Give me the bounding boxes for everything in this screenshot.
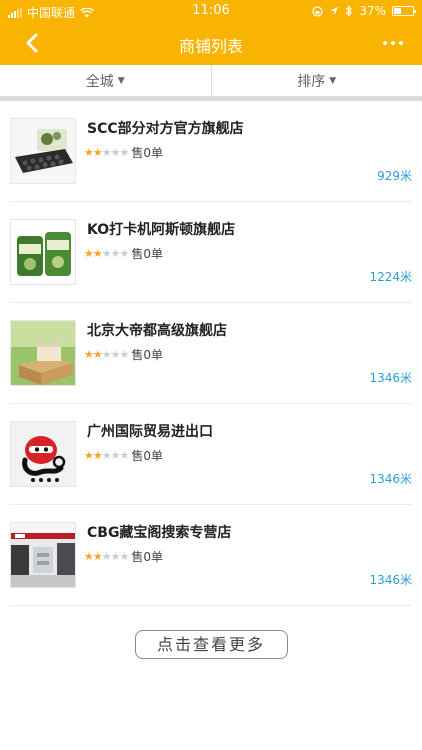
store-interior-image bbox=[11, 523, 75, 587]
shop-distance: 1346米 bbox=[369, 371, 412, 385]
shop-thumbnail bbox=[10, 219, 76, 285]
load-more-button[interactable]: 点击查看更多 bbox=[134, 630, 288, 659]
filter-sort[interactable]: 排序 ▼ bbox=[210, 65, 422, 96]
star-icon: ★ bbox=[101, 146, 112, 159]
baby-food-jars-image bbox=[11, 220, 75, 284]
star-icon: ★ bbox=[119, 348, 130, 361]
more-options-icon[interactable] bbox=[378, 31, 408, 55]
shop-thumbnail bbox=[10, 118, 76, 184]
product-tray-image bbox=[11, 119, 75, 183]
shop-item[interactable]: SCC部分对方官方旗舰店 ★★★★★ 售0单 929米 bbox=[10, 101, 412, 202]
star-rating: ★★★★★ bbox=[84, 449, 130, 462]
lock-rotation-icon bbox=[312, 5, 323, 17]
location-icon bbox=[330, 7, 339, 15]
shop-thumbnail bbox=[10, 320, 76, 386]
star-icon: ★ bbox=[84, 247, 94, 260]
filter-city[interactable]: 全城 ▼ bbox=[0, 65, 211, 96]
shop-thumbnail bbox=[10, 522, 76, 588]
battery-icon bbox=[392, 6, 416, 16]
star-icon: ★ bbox=[110, 449, 121, 462]
battery-percent: 37% bbox=[359, 4, 386, 18]
star-icon: ★ bbox=[110, 247, 121, 260]
nav-bar: 商铺列表 bbox=[0, 22, 422, 65]
star-icon: ★ bbox=[110, 348, 121, 361]
wooden-box-image bbox=[11, 321, 75, 385]
star-rating: ★★★★★ bbox=[84, 550, 130, 563]
bluetooth-icon bbox=[345, 5, 353, 17]
shop-distance: 1346米 bbox=[369, 472, 412, 486]
shop-name: 北京大帝都高级旗舰店 bbox=[87, 323, 227, 339]
sold-count: 售0单 bbox=[131, 146, 164, 160]
shop-list: SCC部分对方官方旗舰店 ★★★★★ 售0单 929米 KO打卡机阿斯顿旗舰店 … bbox=[0, 101, 422, 606]
shop-item[interactable]: 北京大帝都高级旗舰店 ★★★★★ 售0单 1346米 bbox=[10, 303, 412, 404]
star-icon: ★ bbox=[92, 348, 103, 361]
star-icon: ★ bbox=[101, 449, 112, 462]
shop-name: SCC部分对方官方旗舰店 bbox=[87, 121, 244, 137]
filter-bar: 全城 ▼ 排序 ▼ bbox=[0, 65, 422, 97]
star-icon: ★ bbox=[92, 550, 103, 563]
star-icon: ★ bbox=[119, 247, 130, 260]
filter-sort-label: 排序 bbox=[297, 73, 326, 90]
shop-item[interactable]: 广州国际贸易进出口 ★★★★★ 售0单 1346米 bbox=[10, 404, 412, 505]
shop-distance: 1346米 bbox=[369, 573, 412, 587]
star-icon: ★ bbox=[84, 146, 94, 159]
star-rating: ★★★★★ bbox=[84, 247, 130, 260]
star-icon: ★ bbox=[119, 146, 130, 159]
shop-item[interactable]: CBG藏宝阁搜索专营店 ★★★★★ 售0单 1346米 bbox=[10, 505, 412, 606]
caret-down-icon: ▼ bbox=[329, 75, 337, 86]
sold-count: 售0单 bbox=[131, 247, 164, 261]
caret-down-icon: ▼ bbox=[117, 75, 125, 86]
star-icon: ★ bbox=[119, 550, 130, 563]
page-title: 商铺列表 bbox=[178, 37, 243, 56]
header: 中国联通 11:06 37% 商铺列表 bbox=[0, 0, 422, 65]
star-icon: ★ bbox=[110, 146, 121, 159]
star-rating: ★★★★★ bbox=[84, 146, 130, 159]
shop-name: CBG藏宝阁搜索专营店 bbox=[87, 525, 232, 541]
shop-name: KO打卡机阿斯顿旗舰店 bbox=[87, 222, 236, 238]
sold-count: 售0单 bbox=[131, 550, 164, 564]
star-icon: ★ bbox=[92, 247, 103, 260]
star-rating: ★★★★★ bbox=[84, 348, 130, 361]
star-icon: ★ bbox=[84, 348, 94, 361]
ninja-mascot-logo bbox=[11, 422, 75, 486]
shop-name: 广州国际贸易进出口 bbox=[87, 424, 213, 440]
shop-item[interactable]: KO打卡机阿斯顿旗舰店 ★★★★★ 售0单 1224米 bbox=[10, 202, 412, 303]
sold-count: 售0单 bbox=[131, 449, 164, 463]
star-icon: ★ bbox=[84, 449, 94, 462]
star-icon: ★ bbox=[92, 449, 103, 462]
star-icon: ★ bbox=[101, 550, 112, 563]
status-bar: 中国联通 11:06 37% bbox=[0, 0, 422, 22]
star-icon: ★ bbox=[92, 146, 103, 159]
sold-count: 售0单 bbox=[131, 348, 164, 362]
star-icon: ★ bbox=[101, 348, 112, 361]
shop-distance: 1224米 bbox=[369, 270, 412, 284]
star-icon: ★ bbox=[101, 247, 112, 260]
shop-thumbnail bbox=[10, 421, 76, 487]
star-icon: ★ bbox=[84, 550, 94, 563]
star-icon: ★ bbox=[110, 550, 121, 563]
shop-distance: 929米 bbox=[377, 169, 412, 183]
filter-city-label: 全城 bbox=[85, 73, 114, 90]
star-icon: ★ bbox=[119, 449, 130, 462]
